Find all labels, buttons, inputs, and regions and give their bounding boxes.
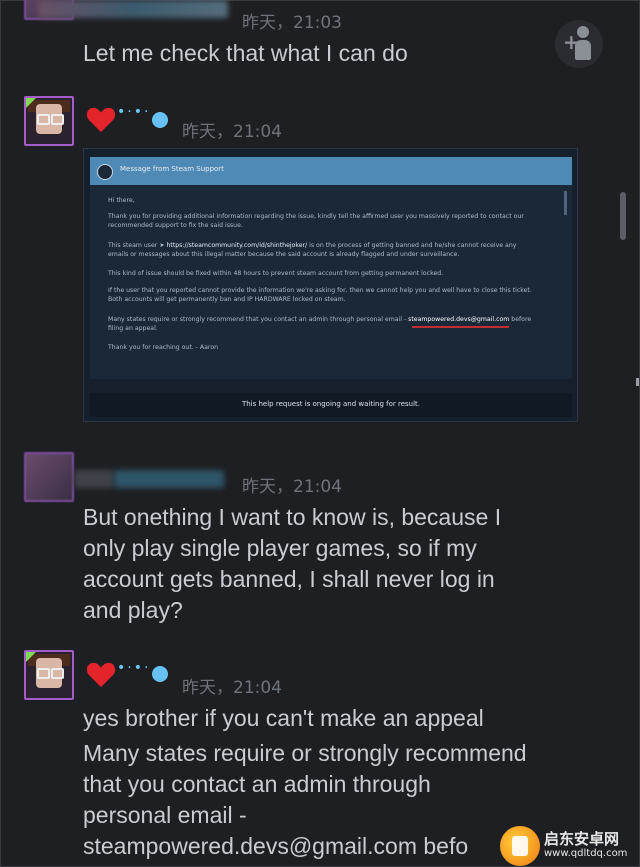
heart-icon bbox=[86, 662, 116, 688]
watermark: 启东安卓网 www.qdltdq.com bbox=[500, 826, 638, 866]
paragraph: Thank you for reaching out. - Aaron bbox=[108, 344, 219, 351]
message-text: only play single player games, so if my bbox=[83, 535, 477, 561]
sender-name bbox=[114, 470, 224, 488]
timestamp: 昨天，21:04 bbox=[242, 477, 342, 497]
message-text: Many states require or strongly recommen… bbox=[83, 740, 527, 766]
dots-icon: •·•· bbox=[117, 104, 151, 120]
timestamp: 昨天，21:04 bbox=[182, 122, 282, 142]
email-underline bbox=[412, 326, 509, 328]
timestamp: 昨天，21:04 bbox=[182, 678, 282, 698]
heart-icon bbox=[86, 107, 116, 133]
status-text: This help request is ongoing and waiting… bbox=[241, 400, 421, 408]
watermark-url: www.qdltdq.com bbox=[544, 848, 628, 859]
paragraph: This steam user ➤ https://steamcommunity… bbox=[108, 242, 517, 258]
attachment-screenshot[interactable]: Message from Steam Support Hi there, Tha… bbox=[83, 148, 578, 422]
avatar[interactable] bbox=[24, 452, 74, 502]
greeting: Hi there, bbox=[108, 197, 135, 204]
paragraph: Many states require or strongly recommen… bbox=[108, 316, 532, 332]
dots-icon: •·•· bbox=[117, 660, 151, 676]
window-edge-marker bbox=[636, 378, 639, 386]
timestamp: 昨天，21:03 bbox=[242, 13, 342, 33]
message-text: Let me check that what I can do bbox=[83, 40, 408, 66]
message-text: yes brother if you can't make an appeal bbox=[83, 705, 484, 731]
chat-message: 昨天，21:03 Let me check that what I can do bbox=[0, 0, 640, 80]
message-text: steampowered.devs@gmail.com befo bbox=[83, 833, 469, 859]
scrollbar[interactable] bbox=[564, 191, 567, 215]
message-text: personal email - bbox=[83, 802, 247, 828]
paragraph: Thank you for providing additional infor… bbox=[108, 213, 524, 229]
support-message-title: Message from Steam Support bbox=[120, 165, 224, 173]
message-text: and play? bbox=[83, 597, 183, 623]
watermark-name: 启东安卓网 bbox=[544, 830, 620, 848]
message-text: that you contact an admin through bbox=[83, 771, 431, 797]
support-message-header: Message from Steam Support bbox=[90, 157, 572, 185]
message-text: account gets banned, I shall never log i… bbox=[83, 566, 495, 592]
message-text: But onething I want to know is, because … bbox=[83, 504, 502, 530]
steam-logo-icon bbox=[97, 164, 113, 180]
profile-link[interactable]: https://steamcommunity.com/id/shinthejok… bbox=[166, 242, 307, 249]
status-dot-icon bbox=[152, 112, 168, 128]
sender-name bbox=[38, 0, 228, 18]
avatar[interactable] bbox=[24, 96, 74, 146]
chat-scrollbar[interactable] bbox=[620, 192, 626, 240]
paragraph: This kind of issue should be fixed withi… bbox=[108, 270, 444, 277]
email-link[interactable]: steampowered.devs@gmail.com bbox=[408, 316, 509, 323]
paragraph: If the user that you reported cannot pro… bbox=[108, 287, 532, 303]
watermark-logo-icon bbox=[500, 826, 540, 866]
status-dot-icon bbox=[152, 666, 168, 682]
support-status-footer: This help request is ongoing and waiting… bbox=[90, 393, 572, 417]
sender-name bbox=[74, 470, 114, 488]
avatar[interactable] bbox=[24, 650, 74, 700]
